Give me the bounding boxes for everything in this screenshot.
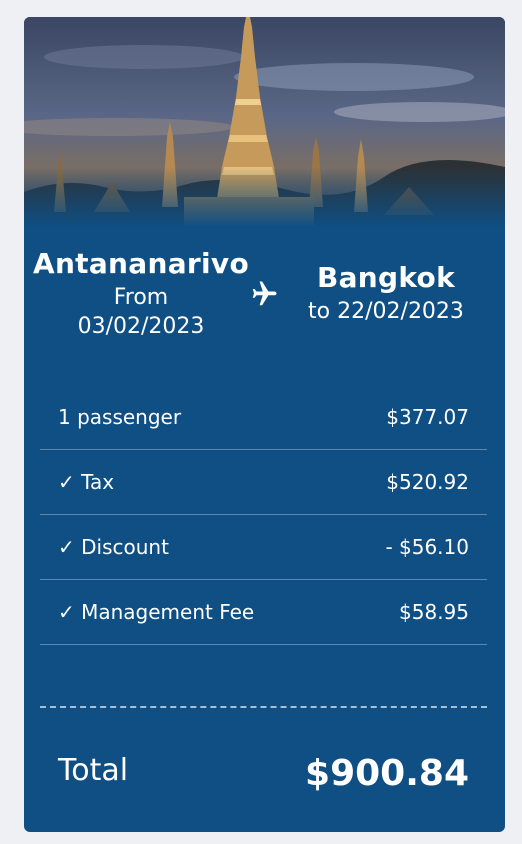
photo-gradient-overlay	[24, 167, 505, 227]
destination-photo	[24, 17, 505, 227]
airplane-icon	[252, 281, 277, 306]
charge-amount: $520.92	[386, 470, 469, 494]
total-amount: $900.84	[305, 753, 469, 794]
destination-date: to 22/02/2023	[308, 299, 464, 324]
booking-summary-card: Antananarivo From 03/02/2023 Bangkok to …	[24, 17, 505, 832]
total-label: Total	[58, 753, 129, 788]
charge-label: ✓ Discount	[58, 535, 169, 559]
origin-city: Antananarivo	[32, 247, 250, 280]
charge-row-discount: ✓ Discount - $56.10	[40, 515, 487, 580]
charge-label: ✓ Management Fee	[58, 600, 255, 624]
charge-row-passenger: 1 passenger $377.07	[40, 385, 487, 450]
origin-date: 03/02/2023	[77, 314, 205, 339]
destination-block: Bangkok to 22/02/2023	[286, 259, 486, 326]
charge-amount: $58.95	[399, 600, 469, 624]
total-divider	[40, 706, 487, 708]
destination-city: Bangkok	[316, 261, 456, 294]
charge-row-tax: ✓ Tax $520.92	[40, 450, 487, 515]
charge-amount: - $56.10	[385, 535, 469, 559]
origin-date-label: From	[113, 285, 169, 310]
charge-row-management-fee: ✓ Management Fee $58.95	[40, 580, 487, 645]
origin-block: Antananarivo From 03/02/2023	[24, 245, 258, 341]
charge-label: 1 passenger	[58, 405, 182, 429]
charge-label: ✓ Tax	[58, 470, 115, 494]
charge-amount: $377.07	[386, 405, 469, 429]
